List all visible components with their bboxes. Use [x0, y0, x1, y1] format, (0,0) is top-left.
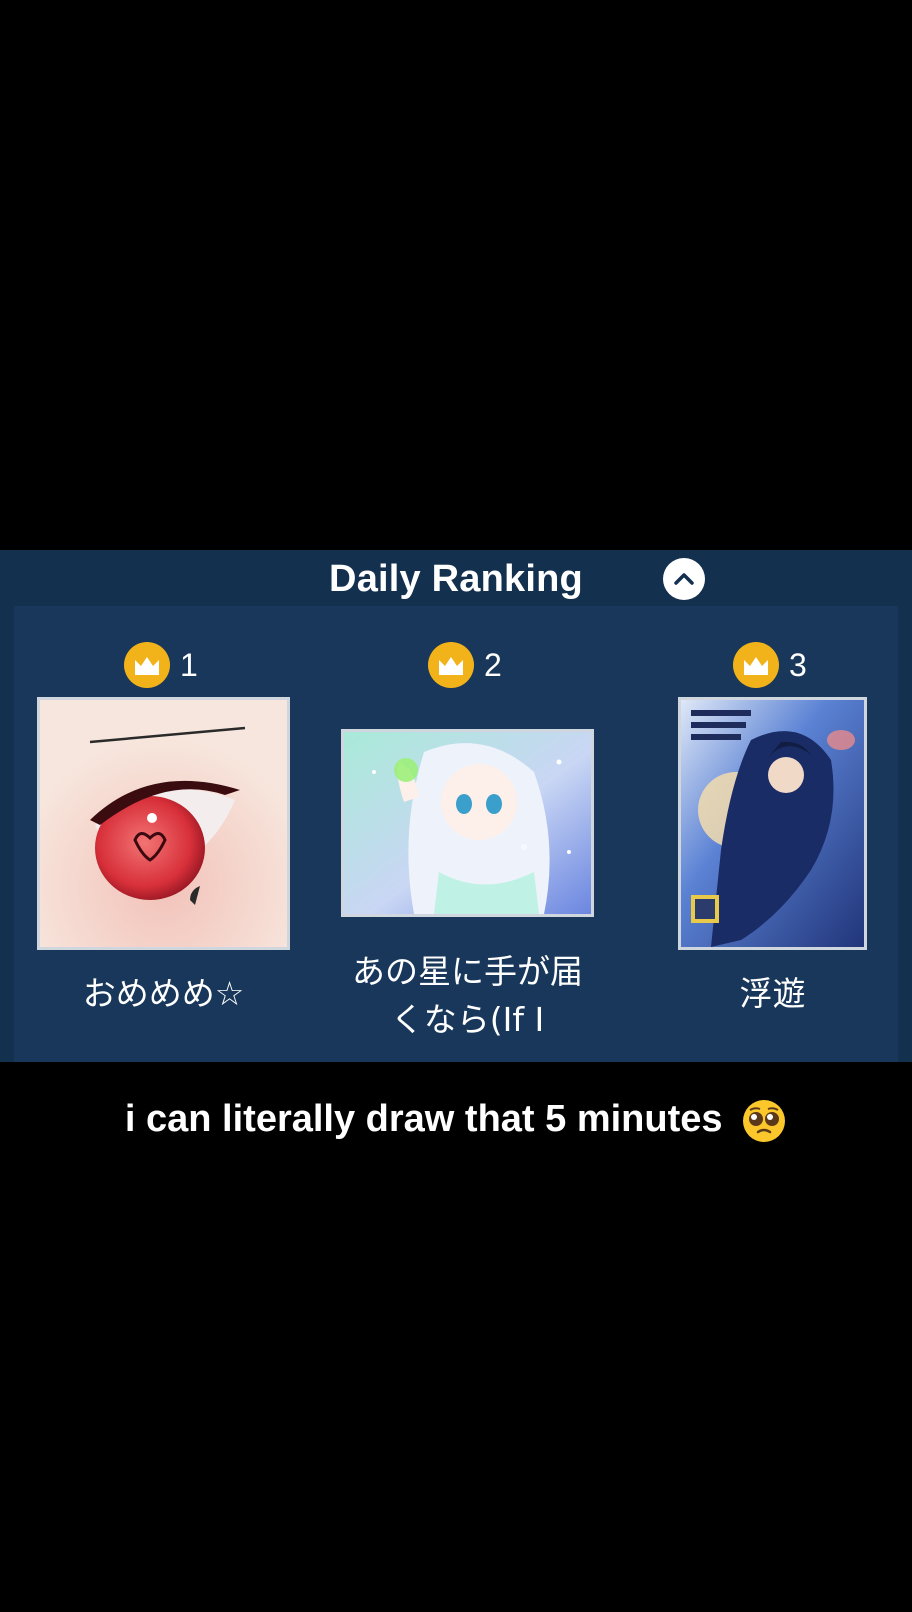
crown-icon — [124, 642, 170, 688]
thumbnail-rank-1[interactable] — [37, 697, 290, 950]
crown-icon — [733, 642, 779, 688]
floating-figure-poster-artwork-image — [681, 700, 864, 947]
red-eye-artwork-image — [40, 700, 287, 947]
artwork-title-1[interactable]: おめめめ☆ — [37, 970, 290, 1018]
pleading-face-emoji-icon — [743, 1100, 786, 1142]
thumbnail-rank-3[interactable] — [678, 697, 867, 950]
artwork-title-2-line-1: あの星に手が届 — [352, 952, 583, 991]
thumbnail-rank-2[interactable] — [341, 729, 594, 917]
rank-badge-1: 1 — [124, 642, 198, 688]
rank-number: 2 — [484, 646, 502, 683]
chevron-up-icon — [674, 573, 694, 585]
rank-badge-2: 2 — [428, 642, 502, 688]
artwork-title-2[interactable]: あの星に手が届 くなら(If I — [321, 948, 614, 1044]
video-caption: i can literally draw that 5 minutes — [0, 1098, 912, 1144]
crown-icon — [428, 642, 474, 688]
artwork-title-3[interactable]: 浮遊 — [678, 970, 867, 1018]
panel-title: Daily Ranking — [329, 558, 583, 600]
rank-badge-3: 3 — [733, 642, 807, 688]
panel-header: Daily Ranking — [0, 550, 912, 606]
rank-number: 1 — [180, 646, 198, 683]
collapse-button[interactable] — [663, 558, 705, 600]
caption-text: i can literally draw that 5 minutes — [124, 1098, 723, 1141]
girl-reaching-star-artwork-image — [344, 732, 591, 914]
artwork-title-2-line-2: くなら(If I — [390, 1000, 545, 1039]
rank-number: 3 — [789, 646, 807, 683]
daily-ranking-panel: Daily Ranking 1 おめめめ☆ 2 あの星に手が届 くなら(If I… — [0, 550, 912, 1062]
